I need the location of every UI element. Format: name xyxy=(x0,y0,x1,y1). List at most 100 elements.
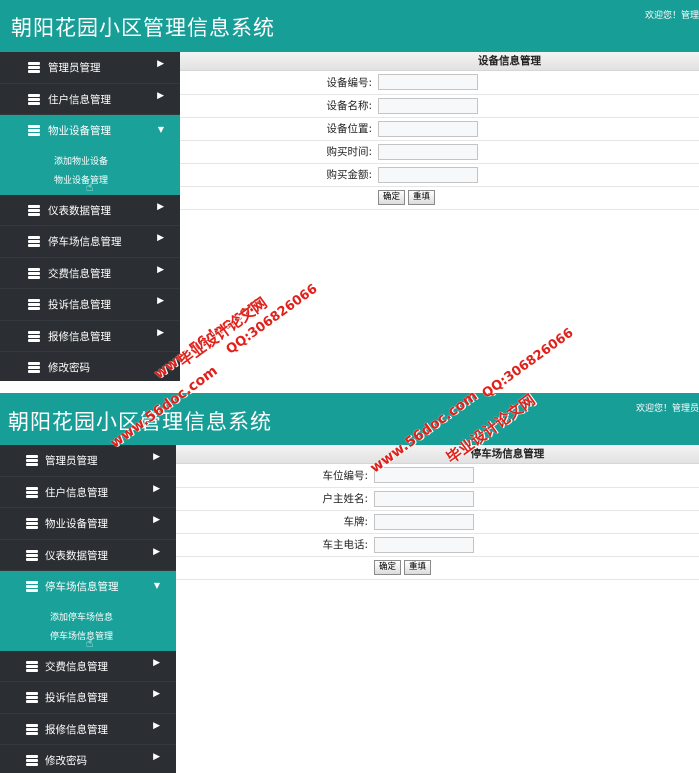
stack-icon xyxy=(27,61,41,74)
stack-icon xyxy=(25,754,39,767)
purchase-amount-input[interactable] xyxy=(378,166,478,183)
welcome-text[interactable]: 欢迎您！管理员 xyxy=(636,401,699,414)
submenu-manage-equipment[interactable]: 物业设备管理 ☝ xyxy=(0,172,180,194)
owner-name-input[interactable] xyxy=(374,490,474,507)
chevron-right-icon: ▶ xyxy=(157,233,164,243)
purchase-date-input[interactable] xyxy=(378,143,478,160)
sidebar-item-label: 住户信息管理 xyxy=(48,93,111,106)
chevron-right-icon: ▶ xyxy=(153,483,160,494)
sidebar-item-admin[interactable]: 管理员管理 ▶ xyxy=(0,52,180,84)
stack-icon xyxy=(25,691,39,704)
parking-space-input[interactable] xyxy=(374,467,474,484)
chevron-right-icon: ▶ xyxy=(153,689,160,699)
confirm-button[interactable]: 确定 xyxy=(378,190,406,205)
sidebar-item-label: 报修信息管理 xyxy=(48,330,111,343)
chevron-right-icon: ▶ xyxy=(157,327,164,338)
sidebar-item-label: 报修信息管理 xyxy=(45,723,108,736)
submenu-manage-parking[interactable]: 停车场信息管理 ☝ xyxy=(0,628,176,650)
stack-icon xyxy=(25,549,39,562)
chevron-right-icon: ▶ xyxy=(153,720,160,731)
submenu-add-equipment[interactable]: 添加物业设备 xyxy=(0,153,180,172)
sidebar-item-residents[interactable]: 住户信息管理 ▶ xyxy=(0,84,180,115)
sidebar-item-label: 住户信息管理 xyxy=(45,486,108,499)
stack-icon xyxy=(25,660,39,673)
field-label: 设备编号: xyxy=(180,71,376,95)
sidebar-item-password[interactable]: 修改密码 ▶ xyxy=(0,745,176,773)
sidebar-item-complaints[interactable]: 投诉信息管理 ▶ xyxy=(0,289,180,321)
equipment-name-input[interactable] xyxy=(378,97,478,114)
stack-icon xyxy=(27,204,41,217)
plate-number-input[interactable] xyxy=(374,513,474,530)
form-row: 设备编号: xyxy=(180,71,699,95)
app-title: 朝阳花园小区管理信息系统 xyxy=(11,16,275,40)
sidebar-item-complaints[interactable]: 投诉信息管理 ▶ xyxy=(0,682,176,714)
app-header: 朝阳花园小区管理信息系统 欢迎您！管理 xyxy=(0,0,699,52)
sidebar-item-admin[interactable]: 管理员管理 ▶ xyxy=(0,445,176,477)
stack-icon xyxy=(25,454,39,467)
sidebar-item-password[interactable]: 修改密码 xyxy=(0,352,180,381)
sidebar-item-fees[interactable]: 交费信息管理 ▶ xyxy=(0,258,180,289)
sidebar-item-label: 投诉信息管理 xyxy=(48,299,111,311)
stack-icon xyxy=(27,298,41,311)
sidebar-item-parking[interactable]: 停车场信息管理 ▼ xyxy=(0,571,176,603)
sidebar: 管理员管理 ▶ 住户信息管理 ▶ 物业设备管理 ▼ 添加物业设备 物业设备管理 ☝… xyxy=(0,52,180,381)
screenshot-equipment: 朝阳花园小区管理信息系统 欢迎您！管理 管理员管理 ▶ 住户信息管理 ▶ 物业设… xyxy=(0,0,699,381)
confirm-button[interactable]: 确定 xyxy=(374,560,402,575)
form-row: 车牌: xyxy=(176,510,699,534)
caret-down-icon: ▼ xyxy=(157,125,164,134)
sidebar-item-parking[interactable]: 停车场信息管理 ▶ xyxy=(0,226,180,258)
chevron-right-icon: ▶ xyxy=(157,90,164,101)
sidebar-item-label: 物业设备管理 xyxy=(45,518,108,530)
sidebar-item-label: 仪表数据管理 xyxy=(45,549,108,562)
sidebar-item-label: 管理员管理 xyxy=(48,62,101,74)
form-row: 设备名称: xyxy=(180,94,699,118)
stack-icon xyxy=(27,330,41,343)
sidebar-item-label: 物业设备管理 xyxy=(48,125,111,137)
chevron-right-icon: ▶ xyxy=(153,452,160,462)
welcome-text[interactable]: 欢迎您！管理 xyxy=(645,8,699,21)
stack-icon xyxy=(25,580,39,593)
form-row: 购买金额: xyxy=(180,163,699,187)
stack-icon xyxy=(25,486,39,499)
form-title: 停车场信息管理 xyxy=(176,445,699,464)
submenu-add-parking[interactable]: 添加停车场信息 xyxy=(0,609,176,628)
field-label: 设备位置: xyxy=(180,117,376,141)
reset-button[interactable]: 重填 xyxy=(404,560,432,575)
field-label: 车位编号: xyxy=(176,464,372,488)
sidebar-item-fees[interactable]: 交费信息管理 ▶ xyxy=(0,651,176,682)
form-row: 确定 重填 xyxy=(180,186,699,210)
chevron-right-icon: ▶ xyxy=(157,201,164,212)
chevron-right-icon: ▶ xyxy=(157,296,164,306)
sidebar-item-label: 投诉信息管理 xyxy=(45,692,108,704)
stack-icon xyxy=(27,361,41,374)
field-label: 购买时间: xyxy=(180,140,376,164)
sidebar-item-equipment[interactable]: 物业设备管理 ▼ xyxy=(0,115,180,147)
chevron-right-icon: ▶ xyxy=(157,264,164,275)
submenu-label: 停车场信息管理 xyxy=(50,631,114,642)
sidebar: 管理员管理 ▶ 住户信息管理 ▶ 物业设备管理 ▶ 仪表数据管理 ▶ 停车场信息… xyxy=(0,445,176,773)
equipment-id-input[interactable] xyxy=(378,74,478,91)
sidebar-item-label: 停车场信息管理 xyxy=(45,581,119,593)
owner-phone-input[interactable] xyxy=(374,536,474,553)
form-row: 确定 重填 xyxy=(176,556,699,580)
form-title: 设备信息管理 xyxy=(180,52,699,71)
sidebar-item-repairs[interactable]: 报修信息管理 ▶ xyxy=(0,321,180,352)
sidebar-item-label: 管理员管理 xyxy=(45,455,98,467)
reset-button[interactable]: 重填 xyxy=(408,190,436,205)
sidebar-item-meters[interactable]: 仪表数据管理 ▶ xyxy=(0,540,176,571)
sidebar-item-meters[interactable]: 仪表数据管理 ▶ xyxy=(0,195,180,226)
sidebar-item-label: 交费信息管理 xyxy=(48,267,111,280)
sidebar-item-residents[interactable]: 住户信息管理 ▶ xyxy=(0,477,176,508)
field-label: 车牌: xyxy=(176,510,372,534)
chevron-right-icon: ▶ xyxy=(153,546,160,557)
chevron-right-icon: ▶ xyxy=(153,657,160,668)
sidebar-item-equipment[interactable]: 物业设备管理 ▶ xyxy=(0,508,176,540)
sidebar-item-repairs[interactable]: 报修信息管理 ▶ xyxy=(0,714,176,745)
form-row: 设备位置: xyxy=(180,117,699,141)
stack-icon xyxy=(27,267,41,280)
stack-icon xyxy=(27,93,41,106)
main-content: 停车场信息管理 车位编号: 户主姓名: 车牌: 车主电话: 确定 重填 xyxy=(176,445,699,773)
equipment-location-input[interactable] xyxy=(378,120,478,137)
submenu-label: 物业设备管理 xyxy=(54,175,109,186)
chevron-right-icon: ▶ xyxy=(153,752,160,762)
